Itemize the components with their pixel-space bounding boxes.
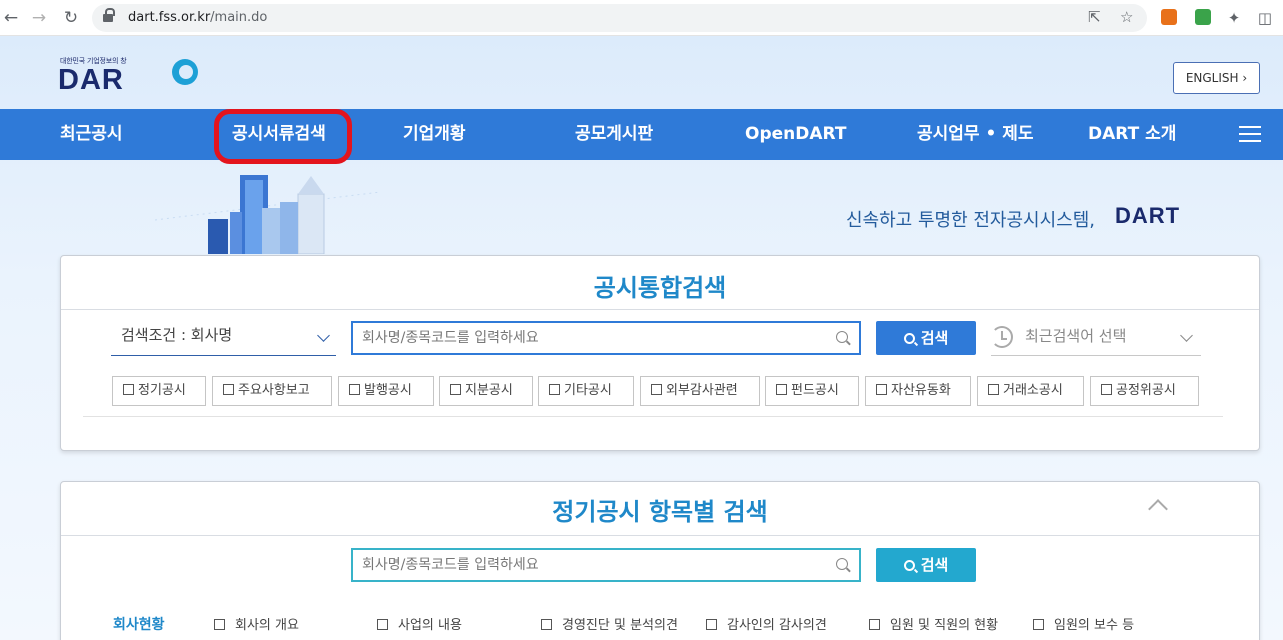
- checkbox[interactable]: [876, 384, 887, 395]
- search-condition-select[interactable]: 검색조건 : 회사명: [111, 318, 336, 356]
- checkbox[interactable]: [349, 384, 360, 395]
- search-icon: [836, 331, 848, 343]
- checkbox[interactable]: [776, 384, 787, 395]
- search-condition-label: 검색조건 : 회사명: [121, 326, 233, 344]
- url-text: dart.fss.or.kr/main.do: [128, 10, 268, 25]
- filter-issuance[interactable]: 발행공시: [338, 376, 434, 406]
- checkbox[interactable]: [541, 619, 552, 630]
- search-button-label: 검색: [920, 329, 949, 347]
- item-executive-compensation[interactable]: 임원의 보수 등: [1033, 614, 1134, 633]
- checkbox[interactable]: [450, 384, 461, 395]
- search-icon: [903, 560, 915, 571]
- extensions-puzzle-icon[interactable]: ✦: [1223, 7, 1245, 29]
- nav-item-company-overview[interactable]: 기업개황: [403, 109, 466, 160]
- lock-icon: [103, 8, 115, 23]
- search-input-placeholder: 회사명/종목코드를 입력하세요: [362, 557, 539, 573]
- extension-green-icon[interactable]: [1195, 9, 1211, 25]
- integrated-search-panel: 공시통합검색 검색조건 : 회사명 회사명/종목코드를 입력하세요 검색 최근검…: [60, 255, 1260, 451]
- nav-item-recent-disclosures[interactable]: 최근공시: [60, 109, 123, 160]
- highlight-annotation: [214, 109, 352, 164]
- title-divider: [61, 535, 1259, 536]
- checkbox[interactable]: [651, 384, 662, 395]
- filter-external-audit[interactable]: 외부감사관련: [640, 376, 760, 406]
- category-label-company-status: 회사현황: [113, 617, 165, 633]
- filter-major-report[interactable]: 주요사항보고: [212, 376, 332, 406]
- nav-item-offering-board[interactable]: 공모게시판: [575, 109, 653, 160]
- filter-periodic[interactable]: 정기공시: [112, 376, 206, 406]
- item-management-analysis[interactable]: 경영진단 및 분석의견: [541, 614, 678, 633]
- browser-toolbar: ← → ↻ dart.fss.or.kr/main.do ⇱ ☆ ✦ ◫: [0, 0, 1283, 36]
- address-bar[interactable]: dart.fss.or.kr/main.do ⇱ ☆: [92, 4, 1147, 32]
- checkbox[interactable]: [706, 619, 717, 630]
- checkbox[interactable]: [223, 384, 234, 395]
- reload-icon[interactable]: ↻: [60, 7, 82, 29]
- share-icon[interactable]: ⇱: [1088, 8, 1101, 26]
- filter-exchange[interactable]: 거래소공시: [977, 376, 1084, 406]
- hero-dart-logo: DART: [1115, 203, 1181, 228]
- checkbox[interactable]: [123, 384, 134, 395]
- bookmark-star-icon[interactable]: ☆: [1120, 8, 1133, 26]
- sidebar-panel-icon[interactable]: ◫: [1254, 7, 1276, 29]
- back-arrow-icon[interactable]: ←: [0, 7, 22, 29]
- main-nav: 최근공시 공시서류검색 기업개황 공모게시판 OpenDART 공시업무 • 제…: [0, 109, 1283, 160]
- chevron-down-icon: [1180, 329, 1193, 342]
- filter-other[interactable]: 기타공시: [538, 376, 634, 406]
- item-auditor-opinion[interactable]: 감사인의 감사의견: [706, 614, 827, 633]
- filter-asset-securitization[interactable]: 자산유동화: [865, 376, 971, 406]
- periodic-item-search-panel: 정기공시 항목별 검색 회사명/종목코드를 입력하세요 검색 회사현황 회사의 …: [60, 481, 1260, 640]
- checkbox[interactable]: [869, 619, 880, 630]
- search-button-label: 검색: [920, 556, 949, 574]
- search-icon: [836, 558, 848, 570]
- filter-fund[interactable]: 펀드공시: [765, 376, 859, 406]
- forward-arrow-icon[interactable]: →: [28, 7, 50, 29]
- periodic-search-input[interactable]: 회사명/종목코드를 입력하세요: [351, 548, 861, 582]
- periodic-search-title: 정기공시 항목별 검색: [552, 498, 768, 526]
- nav-item-disclosure-system[interactable]: 공시업무 • 제도: [917, 109, 1034, 160]
- hero-slogan: 신속하고 투명한 전자공시시스템,: [846, 210, 1096, 231]
- history-clock-icon: [991, 326, 1013, 348]
- english-button[interactable]: ENGLISH ›: [1173, 62, 1260, 94]
- integrated-search-title: 공시통합검색: [593, 274, 727, 302]
- integrated-search-button[interactable]: 검색: [876, 321, 976, 355]
- item-business-content[interactable]: 사업의 내용: [377, 614, 462, 633]
- checkbox[interactable]: [214, 619, 225, 630]
- recent-search-label: 최근검색어 선택: [1025, 327, 1127, 345]
- search-input-placeholder: 회사명/종목코드를 입력하세요: [362, 330, 539, 346]
- filter-equity[interactable]: 지분공시: [439, 376, 533, 406]
- nav-item-about-dart[interactable]: DART 소개: [1088, 109, 1176, 160]
- dart-main-page: 대한민국 기업정보의 창 DAR ENGLISH › 최근공시 공시서류검색 기…: [0, 36, 1283, 640]
- menu-hamburger-icon[interactable]: [1239, 126, 1261, 142]
- dart-logo[interactable]: DAR: [58, 64, 124, 97]
- search-icon: [903, 333, 915, 344]
- filter-ftc[interactable]: 공정위공시: [1090, 376, 1199, 406]
- extension-orange-icon[interactable]: [1161, 9, 1177, 25]
- title-divider: [61, 309, 1259, 310]
- recent-search-select[interactable]: 최근검색어 선택: [991, 318, 1201, 356]
- checkbox[interactable]: [1033, 619, 1044, 630]
- periodic-search-button[interactable]: 검색: [876, 548, 976, 582]
- checkbox[interactable]: [549, 384, 560, 395]
- checkbox[interactable]: [377, 619, 388, 630]
- city-buildings-illustration: [154, 175, 381, 254]
- dart-logo-mark-icon[interactable]: [172, 59, 198, 85]
- chevron-down-icon: [317, 329, 330, 342]
- item-executives-staff[interactable]: 임원 및 직원의 현황: [869, 614, 998, 633]
- checkbox[interactable]: [988, 384, 999, 395]
- integrated-search-input[interactable]: 회사명/종목코드를 입력하세요: [351, 321, 861, 355]
- checkbox[interactable]: [1101, 384, 1112, 395]
- nav-item-opendart[interactable]: OpenDART: [745, 109, 846, 160]
- item-company-overview[interactable]: 회사의 개요: [214, 614, 299, 633]
- panel-bottom-divider: [83, 416, 1223, 417]
